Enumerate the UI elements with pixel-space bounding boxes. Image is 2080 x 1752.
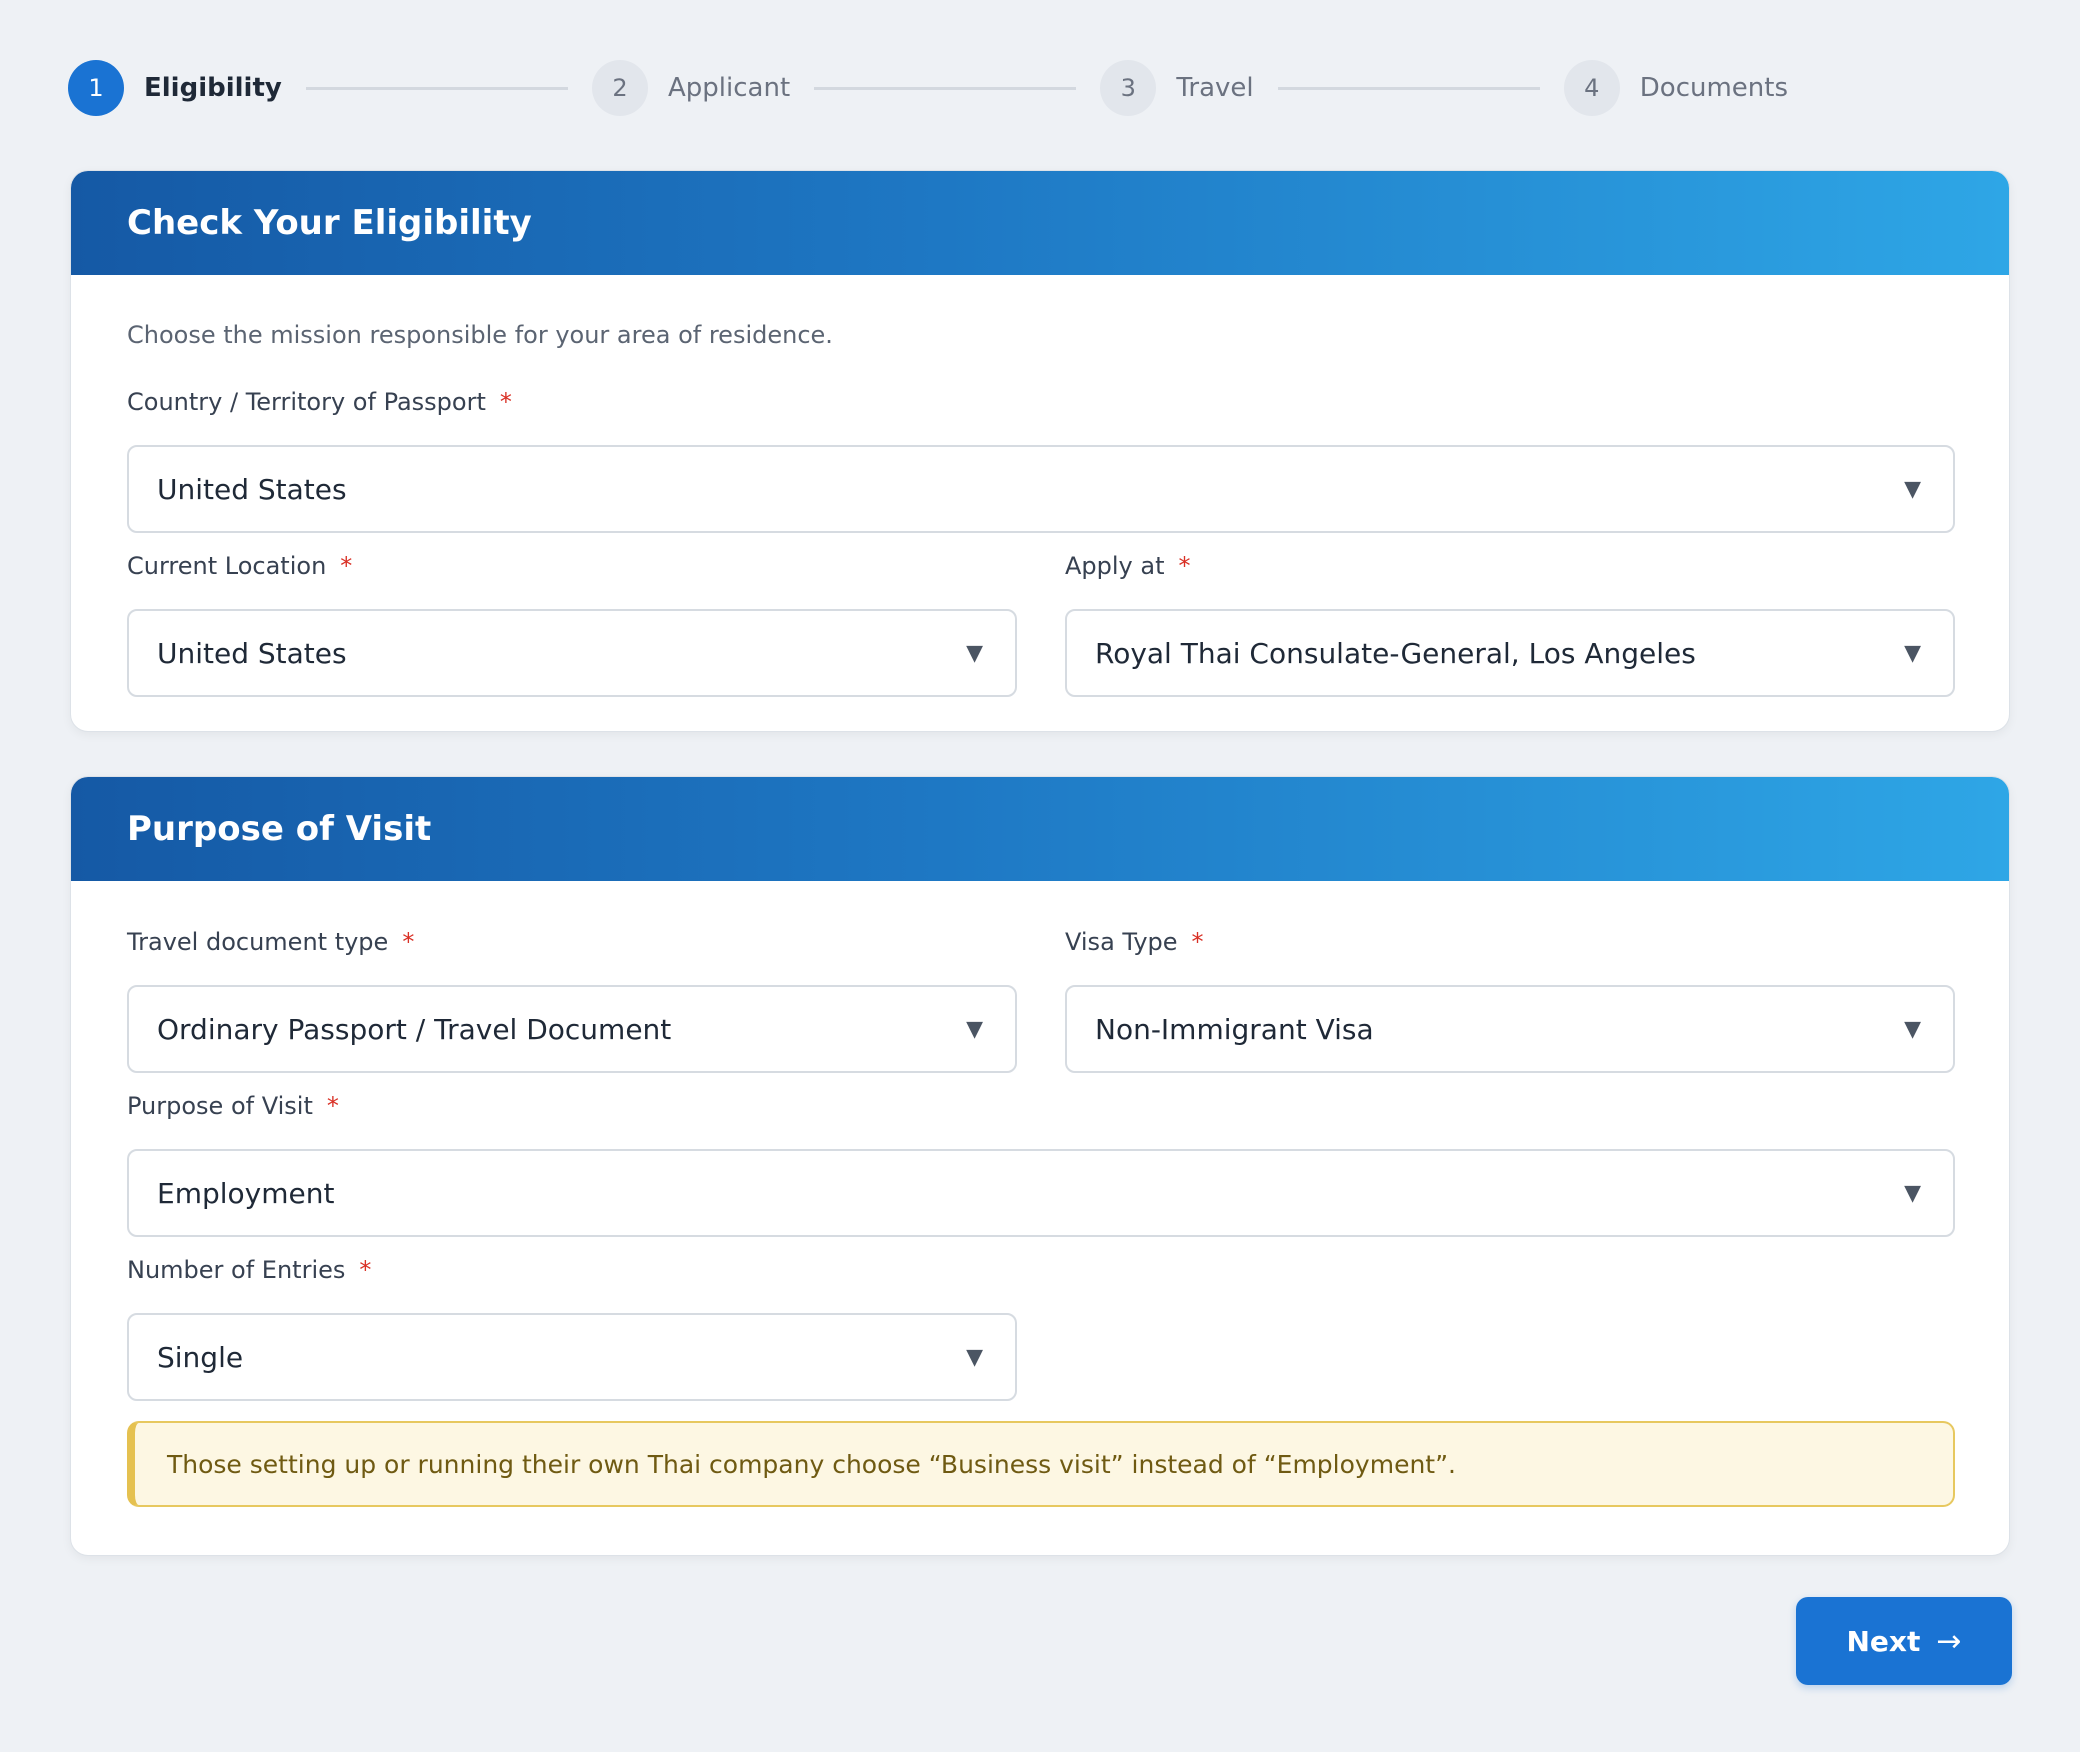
label-text: Country / Territory of Passport	[127, 388, 486, 416]
entries-select[interactable]: Single ▼	[127, 1313, 1017, 1401]
step-number: 1	[68, 60, 124, 116]
passport-country-select[interactable]: United States ▼	[127, 445, 1955, 533]
select-value: Non-Immigrant Visa	[1095, 1012, 1374, 1046]
label-text: Visa Type	[1065, 928, 1178, 956]
field-label: Travel document type *	[127, 925, 1017, 959]
required-marker: *	[1191, 928, 1204, 956]
select-value: United States	[157, 636, 347, 670]
card-title: Purpose of Visit	[127, 809, 432, 849]
step-number: 4	[1563, 60, 1620, 116]
select-value: Royal Thai Consulate-General, Los Angele…	[1095, 636, 1696, 670]
caret-down-icon: ▼	[966, 1344, 983, 1370]
caret-down-icon: ▼	[1904, 1180, 1921, 1206]
required-marker: *	[402, 928, 415, 956]
current-location-select[interactable]: United States ▼	[127, 609, 1017, 697]
step-travel[interactable]: 3 Travel	[1100, 60, 1254, 116]
purpose-of-visit-select[interactable]: Employment ▼	[127, 1149, 1955, 1237]
progress-stepper: 1 Eligibility 2 Applicant 3 Travel 4 Doc…	[68, 60, 1788, 116]
info-note: Those setting up or running their own Th…	[127, 1421, 1955, 1507]
field-label: Visa Type *	[1065, 925, 1955, 959]
purpose-card: Purpose of Visit Travel document type * …	[70, 776, 2010, 1556]
label-text: Apply at	[1065, 552, 1165, 580]
step-label: Documents	[1639, 73, 1789, 103]
select-value: Ordinary Passport / Travel Document	[157, 1012, 672, 1046]
label-text: Number of Entries	[127, 1256, 346, 1284]
required-marker: *	[499, 388, 512, 416]
field-label: Country / Territory of Passport *	[127, 385, 1955, 419]
entries-field: Number of Entries * Single ▼	[127, 1253, 1017, 1401]
document-type-select[interactable]: Ordinary Passport / Travel Document ▼	[127, 985, 1017, 1073]
card-header: Purpose of Visit	[71, 777, 2009, 881]
field-label: Apply at *	[1065, 549, 1955, 583]
apply-at-field: Apply at * Royal Thai Consulate-General,…	[1065, 549, 1955, 697]
field-label: Number of Entries *	[127, 1253, 1017, 1287]
eligibility-card: Check Your Eligibility Choose the missio…	[70, 170, 2010, 732]
step-eligibility[interactable]: 1 Eligibility	[68, 60, 282, 116]
caret-down-icon: ▼	[966, 1016, 983, 1042]
apply-at-select[interactable]: Royal Thai Consulate-General, Los Angele…	[1065, 609, 1955, 697]
step-connector	[305, 86, 568, 90]
visa-type-field: Visa Type * Non-Immigrant Visa ▼	[1065, 925, 1955, 1073]
step-label: Applicant	[668, 73, 791, 103]
arrow-right-icon: →	[1936, 1623, 1962, 1659]
step-number: 2	[592, 60, 648, 116]
required-marker: *	[326, 1092, 339, 1120]
step-label: Eligibility	[144, 73, 282, 103]
step-documents[interactable]: 4 Documents	[1563, 60, 1789, 116]
next-label: Next	[1846, 1624, 1921, 1658]
required-marker: *	[359, 1256, 372, 1284]
step-connector	[814, 86, 1077, 90]
visa-type-select[interactable]: Non-Immigrant Visa ▼	[1065, 985, 1955, 1073]
step-number: 3	[1100, 60, 1157, 116]
caret-down-icon: ▼	[1904, 640, 1921, 666]
document-type-field: Travel document type * Ordinary Passport…	[127, 925, 1017, 1073]
intro-text: Choose the mission responsible for your …	[127, 321, 833, 349]
step-label: Travel	[1176, 73, 1254, 103]
step-connector	[1277, 86, 1540, 90]
label-text: Current Location	[127, 552, 327, 580]
caret-down-icon: ▼	[1904, 1016, 1921, 1042]
label-text: Travel document type	[127, 928, 389, 956]
select-value: United States	[157, 472, 347, 506]
caret-down-icon: ▼	[1904, 476, 1921, 502]
required-marker: *	[340, 552, 353, 580]
current-location-field: Current Location * United States ▼	[127, 549, 1017, 697]
next-button[interactable]: Next →	[1796, 1597, 2012, 1685]
passport-country-field: Country / Territory of Passport * United…	[127, 385, 1955, 533]
label-text: Purpose of Visit	[127, 1092, 313, 1120]
required-marker: *	[1178, 552, 1191, 580]
step-applicant[interactable]: 2 Applicant	[592, 60, 790, 116]
purpose-of-visit-field: Purpose of Visit * Employment ▼	[127, 1089, 1955, 1237]
field-label: Current Location *	[127, 549, 1017, 583]
select-value: Employment	[157, 1176, 335, 1210]
caret-down-icon: ▼	[966, 640, 983, 666]
select-value: Single	[157, 1340, 244, 1374]
card-header: Check Your Eligibility	[71, 171, 2009, 275]
card-title: Check Your Eligibility	[127, 203, 532, 243]
field-label: Purpose of Visit *	[127, 1089, 1955, 1123]
